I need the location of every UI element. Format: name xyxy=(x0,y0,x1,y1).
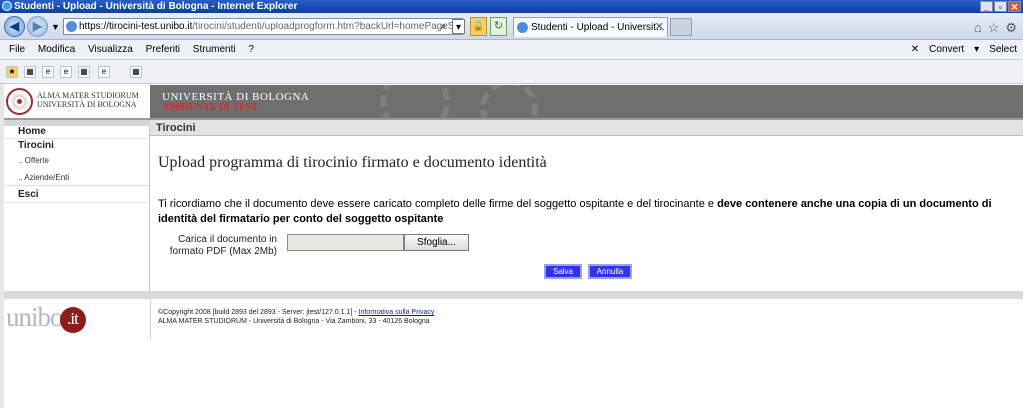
alma-mater-logo[interactable]: ALMA MATER STUDIORUM UNIVERSITÀ DI BOLOG… xyxy=(4,85,150,118)
browser-right-icons: ⌂ ☆ ⚙ xyxy=(974,20,1017,36)
menu-help[interactable]: ? xyxy=(243,40,259,60)
minimize-button[interactable]: _ xyxy=(980,1,993,12)
file-path-input[interactable] xyxy=(287,234,404,251)
cancel-button[interactable]: Annulla xyxy=(588,264,632,279)
unibo-logo-suffix: .it xyxy=(59,306,86,333)
url-path: /tirocini/studenti/uploadprogform.htm?ba… xyxy=(192,21,463,32)
divider xyxy=(4,185,149,186)
tab-studenti-upload[interactable]: Studenti - Upload - Universit... ✕ xyxy=(513,17,668,37)
footer-copyright-line: ©Copyright 2008 [build 2893 del 2893 - S… xyxy=(158,308,434,317)
address-icons: ⌕ ▾ xyxy=(437,19,465,34)
menu-file[interactable]: File xyxy=(0,40,30,60)
file-upload-label: Carica il documento in formato PDF (Max … xyxy=(157,234,277,258)
convert-button[interactable]: Convert xyxy=(929,40,964,60)
forward-button[interactable]: ▶ xyxy=(27,16,48,37)
restore-button[interactable]: ▫ xyxy=(994,1,1007,12)
address-dropdown-icon[interactable]: ▾ xyxy=(452,19,465,34)
main-content: Upload programma di tirocinio firmato e … xyxy=(150,136,1023,292)
site-footer: unibo .it ©Copyright 2008 [build 2893 del… xyxy=(4,299,1023,339)
footer-vertical-divider xyxy=(150,299,151,339)
tab-label: Studenti - Upload - Universit... xyxy=(531,22,665,33)
alma-mater-text: ALMA MATER STUDIORUM UNIVERSITÀ DI BOLOG… xyxy=(37,91,139,109)
new-tab-button[interactable] xyxy=(670,18,692,36)
favorite-link-icon[interactable]: e xyxy=(60,66,72,78)
unibo-logo-text: unibo xyxy=(6,302,64,332)
home-icon[interactable]: ⌂ xyxy=(974,20,982,36)
instructions-text: Ti ricordiamo che il documento deve esse… xyxy=(158,197,1018,227)
divider xyxy=(4,138,149,139)
favorite-link-icon[interactable]: e xyxy=(42,66,54,78)
gear-decoration-icon xyxy=(380,85,450,118)
address-bar[interactable]: https://tirocini-test.unibo.it/tirocini/… xyxy=(63,18,463,35)
privacy-link[interactable]: Informativa sulla Privacy xyxy=(359,309,435,316)
window-controls: _ ▫ ✕ xyxy=(980,1,1021,12)
instructions-normal: Ti ricordiamo che il documento deve esse… xyxy=(158,198,718,210)
window-titlebar: Studenti - Upload - Università di Bologn… xyxy=(0,0,1023,13)
select-button[interactable]: Select xyxy=(989,40,1017,60)
sidebar: Home Tirocini .. Offerte .. Aziende/Enti… xyxy=(4,120,150,292)
lock-icon[interactable]: 🔒 xyxy=(470,17,487,36)
sidebar-item-home[interactable]: Home xyxy=(4,126,149,137)
favorites-star-icon[interactable]: ★ xyxy=(6,66,18,78)
convert-dropdown-icon[interactable]: ▾ xyxy=(974,40,979,60)
favorites-bar: ★ ▦ e e ▦ e ▦ xyxy=(0,60,1023,84)
favorite-link-icon[interactable]: ▦ xyxy=(24,66,36,78)
save-button[interactable]: Salva xyxy=(544,264,582,279)
back-button[interactable]: ◀ xyxy=(4,16,25,37)
close-window-button[interactable]: ✕ xyxy=(1008,1,1021,12)
tab-close-icon[interactable]: ✕ xyxy=(655,18,664,37)
internet-explorer-icon xyxy=(2,1,12,11)
environment-label: AMBIENTE DI TEST xyxy=(162,102,258,113)
page-icon xyxy=(66,21,77,32)
footer-text: ©Copyright 2008 [build 2893 del 2893 - S… xyxy=(158,308,434,326)
history-dropdown-icon[interactable]: ▼ xyxy=(51,22,60,32)
menu-visualizza[interactable]: Visualizza xyxy=(83,40,138,60)
gear-decoration-icon xyxy=(480,85,538,118)
menu-bar: File Modifica Visualizza Preferiti Strum… xyxy=(0,40,1023,60)
gear-icon[interactable]: ⚙ xyxy=(1005,20,1017,36)
footer-address: ALMA MATER STUDIORUM - Università di Bol… xyxy=(158,318,430,325)
url-host: https://tirocini-test.unibo.it xyxy=(79,21,193,32)
file-label-line-2: formato PDF (Max 2Mb) xyxy=(169,246,277,257)
unibo-logo[interactable]: unibo .it xyxy=(6,302,86,333)
favorite-link-icon[interactable]: e xyxy=(98,66,110,78)
alma-line-2: UNIVERSITÀ DI BOLOGNA xyxy=(37,100,137,109)
web-page: ALMA MATER STUDIORUM UNIVERSITÀ DI BOLOG… xyxy=(0,84,1023,408)
divider xyxy=(4,202,149,203)
address-toolbar: ◀ ▶ ▼ https://tirocini-test.unibo.it/tir… xyxy=(0,13,1023,40)
sidebar-item-aziende-enti[interactable]: .. Aziende/Enti xyxy=(4,173,149,182)
menu-strumenti[interactable]: Strumenti xyxy=(188,40,241,60)
site-header: ALMA MATER STUDIORUM UNIVERSITÀ DI BOLOG… xyxy=(4,85,1023,118)
window-title: Studenti - Upload - Università di Bologn… xyxy=(14,1,298,12)
page-title: Upload programma di tirocinio firmato e … xyxy=(158,154,547,171)
browse-button[interactable]: Sfoglia... xyxy=(404,234,469,251)
favorite-link-icon[interactable]: ▦ xyxy=(78,66,90,78)
sidebar-item-offerte[interactable]: .. Offerte xyxy=(4,156,149,165)
favorite-link-icon[interactable]: ▦ xyxy=(130,66,142,78)
copyright-text: ©Copyright 2008 [build 2893 del 2893 - S… xyxy=(158,309,359,316)
sidebar-item-esci[interactable]: Esci xyxy=(4,189,149,200)
section-title-bar: Tirocini xyxy=(150,120,1023,136)
search-icon[interactable]: ⌕ xyxy=(437,19,450,34)
header-band: UNIVERSITÀ DI BOLOGNA AMBIENTE DI TEST xyxy=(150,85,1023,118)
alma-line-1: ALMA MATER STUDIORUM xyxy=(37,91,139,100)
sidebar-item-tirocini[interactable]: Tirocini xyxy=(4,140,149,151)
footer-divider xyxy=(4,291,1023,299)
university-seal-icon xyxy=(6,88,33,115)
tab-page-icon xyxy=(517,22,528,33)
refresh-icon[interactable]: ↻ xyxy=(490,17,507,36)
favorites-star-icon[interactable]: ☆ xyxy=(988,20,1000,36)
menu-preferiti[interactable]: Preferiti xyxy=(141,40,185,60)
file-label-line-1: Carica il documento in xyxy=(178,234,277,245)
menu-modifica[interactable]: Modifica xyxy=(33,40,80,60)
menu-right-tools: ✕ Convert ▾ Select xyxy=(911,40,1017,60)
close-toolbar-icon[interactable]: ✕ xyxy=(911,40,919,60)
